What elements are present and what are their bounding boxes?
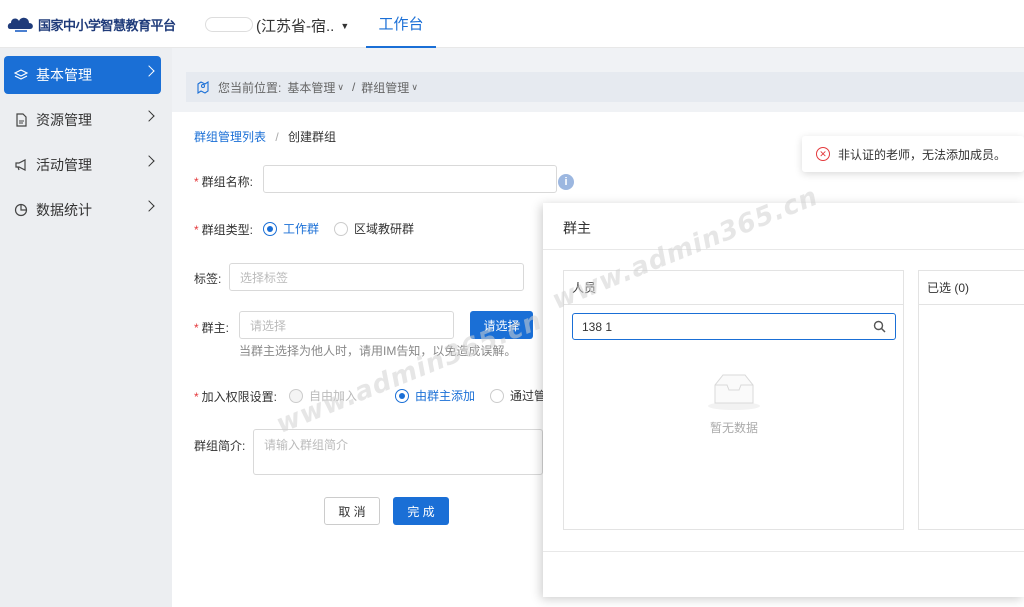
info-icon[interactable]: i [558, 174, 574, 190]
chevron-down-icon: ∨ [411, 81, 418, 92]
sidebar: 基本管理 资源管理 活动管理 数据统计 [0, 48, 172, 607]
cloud-logo-icon [7, 17, 33, 32]
radio-regional-research-group[interactable]: 区域教研群 [334, 220, 414, 237]
location-level1[interactable]: 基本管理 [287, 79, 335, 96]
owner-picker-modal: 群主 人员 138 1 暂无数据 已选 (0) [543, 203, 1024, 597]
search-value: 138 1 [582, 319, 613, 334]
location-prefix: 您当前位置: [218, 80, 282, 95]
group-name-input[interactable] [263, 165, 557, 193]
chevron-right-icon [143, 200, 155, 212]
owner-label: * 群主: [194, 321, 230, 335]
caret-down-icon: ▼ [340, 20, 350, 31]
platform-logo[interactable]: 国家中小学智慧教育平台 [6, 12, 176, 36]
tab-workbench[interactable]: 工作台 [366, 0, 436, 48]
radio-free-join[interactable]: 自由加入 [289, 387, 357, 404]
sidebar-item-basic-management[interactable]: 基本管理 [4, 56, 161, 94]
search-icon[interactable] [873, 320, 886, 333]
people-panel: 人员 138 1 暂无数据 [563, 270, 904, 530]
layers-icon [14, 68, 28, 82]
pie-chart-icon [14, 203, 28, 217]
location-bar: 您当前位置: 基本管理 ∨ / 群组管理 ∨ [186, 72, 1024, 102]
tag-select[interactable]: 选择标签 [229, 263, 524, 291]
select-owner-button[interactable]: 请选择 [470, 311, 533, 339]
chevron-right-icon [143, 65, 155, 77]
selected-panel: 已选 (0) [918, 270, 1024, 530]
region-label: (江苏省-宿.. [256, 18, 335, 35]
user-name-mask [205, 17, 253, 32]
modal-divider [543, 249, 1024, 250]
breadcrumb-sep: / [275, 130, 279, 144]
document-icon [14, 113, 28, 127]
owner-input[interactable]: 请选择 [239, 311, 454, 339]
tag-label: 标签: [194, 272, 222, 286]
toast-message: 非认证的老师，无法添加成员。 [838, 147, 1007, 162]
radio-admin-approve[interactable]: 通过管 [490, 387, 546, 404]
permission-label: * 加入权限设置: [194, 390, 278, 404]
sidebar-item-activity-management[interactable]: 活动管理 [4, 146, 161, 184]
selected-panel-title: 已选 (0) [919, 271, 1024, 305]
modal-footer-divider [543, 551, 1024, 552]
breadcrumb-group-list[interactable]: 群组管理列表 [194, 130, 266, 144]
empty-inbox-icon [708, 374, 760, 410]
radio-owner-add[interactable]: 由群主添加 [395, 387, 475, 404]
intro-textarea[interactable]: 请输入群组简介 [253, 429, 543, 475]
group-type-label: * 群组类型: [194, 223, 254, 237]
intro-label: 群组简介: [194, 439, 246, 453]
submit-button[interactable]: 完 成 [393, 497, 449, 525]
error-toast: ✕ 非认证的老师，无法添加成员。 [802, 136, 1024, 172]
people-panel-title: 人员 [564, 271, 903, 305]
group-name-label: * 群组名称: [194, 175, 254, 189]
sidebar-item-label: 基本管理 [36, 67, 92, 83]
cancel-button[interactable]: 取 消 [324, 497, 380, 525]
chevron-down-icon: ∨ [337, 81, 344, 92]
platform-name: 国家中小学智慧教育平台 [38, 18, 176, 34]
sidebar-item-label: 资源管理 [36, 112, 92, 128]
map-pin-icon [197, 80, 209, 94]
error-circle-icon: ✕ [816, 147, 830, 161]
breadcrumb-current: 创建群组 [288, 130, 337, 144]
top-header: 国家中小学智慧教育平台 (江苏省-宿.. ▼ 工作台 [0, 0, 1024, 48]
sidebar-item-label: 活动管理 [36, 157, 92, 173]
owner-hint: 当群主选择为他人时，请用IM告知，以免造成误解。 [239, 344, 517, 358]
empty-text: 暂无数据 [709, 421, 758, 435]
breadcrumb: 群组管理列表 / 创建群组 [194, 128, 336, 145]
sidebar-item-label: 数据统计 [36, 202, 92, 218]
location-sep: / [351, 80, 356, 94]
megaphone-icon [14, 158, 28, 172]
sidebar-item-data-statistics[interactable]: 数据统计 [4, 191, 161, 229]
chevron-right-icon [143, 155, 155, 167]
modal-title: 群主 [563, 220, 591, 236]
region-selector[interactable]: (江苏省-宿.. ▼ [256, 15, 349, 36]
radio-work-group[interactable]: 工作群 [263, 220, 319, 237]
chevron-right-icon [143, 110, 155, 122]
sidebar-item-resource-management[interactable]: 资源管理 [4, 101, 161, 139]
people-search-input[interactable]: 138 1 [572, 313, 896, 340]
location-level2[interactable]: 群组管理 [361, 79, 409, 96]
